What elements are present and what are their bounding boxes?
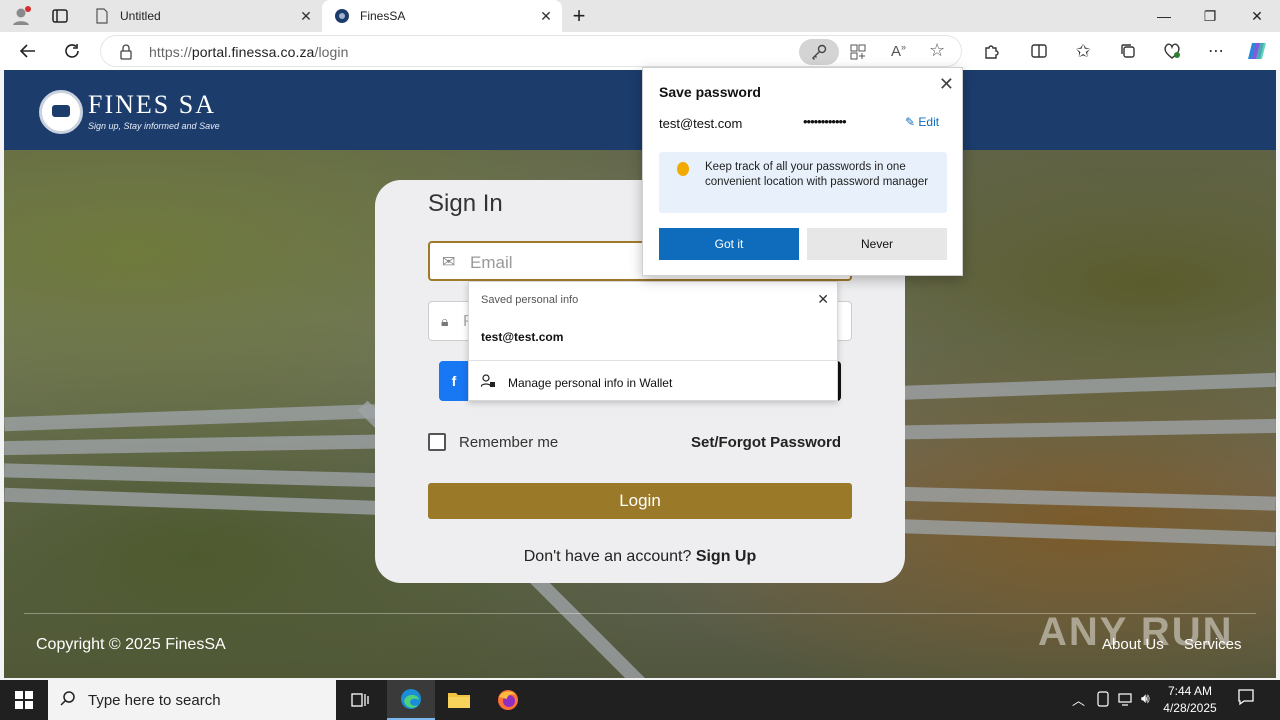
page-icon <box>96 8 108 24</box>
split-screen-icon[interactable] <box>1024 36 1054 66</box>
favorite-icon[interactable]: ☆ <box>929 40 945 61</box>
signup-prompt: Don't have an account? Sign Up <box>375 548 905 566</box>
app-available-icon[interactable] <box>849 43 867 61</box>
taskbar: Type here to search ︿ 🔊︎ 7:44 AM 4/28/20… <box>0 680 1280 720</box>
windows-start-icon[interactable] <box>0 680 48 720</box>
forgot-password-link[interactable]: Set/Forgot Password <box>691 434 841 451</box>
signup-link[interactable]: Sign Up <box>696 548 756 565</box>
tab-actions-icon[interactable] <box>50 6 70 26</box>
copilot-icon[interactable] <box>1242 36 1272 66</box>
site-header: FINES SA Sign up, Stay informed and Save <box>4 70 1276 150</box>
email-placeholder: Email <box>470 253 513 272</box>
mail-icon: ✉ <box>442 254 456 271</box>
site-logo[interactable] <box>39 90 83 134</box>
copyright-text: Copyright © 2025 FinesSA <box>36 636 226 653</box>
pencil-icon: ✎ <box>905 115 919 129</box>
password-manager-tip: Keep track of all your passwords in one … <box>659 152 947 213</box>
login-button[interactable]: Login <box>428 483 852 519</box>
search-icon <box>60 690 76 711</box>
performance-icon[interactable] <box>1157 36 1187 66</box>
saved-password-mask: •••••••••••• <box>803 114 847 129</box>
url-text[interactable]: https://portal.finessa.co.za/login <box>149 44 349 60</box>
save-password-dialog: Save password ✕ test@test.com ••••••••••… <box>642 67 963 276</box>
address-bar[interactable]: https://portal.finessa.co.za/login A» ☆ <box>100 35 962 67</box>
profile-icon[interactable] <box>10 5 32 27</box>
got-it-button[interactable]: Got it <box>659 228 799 260</box>
network-icon[interactable] <box>1118 691 1134 712</box>
back-icon[interactable] <box>13 36 43 66</box>
system-clock[interactable]: 7:44 AM 4/28/2025 <box>1150 683 1230 717</box>
tip-text: Keep track of all your passwords in one … <box>705 161 929 188</box>
lightbulb-icon <box>677 162 689 176</box>
edit-button[interactable]: ✎ Edit <box>905 115 939 129</box>
task-view-icon[interactable] <box>336 680 384 720</box>
file-explorer-icon[interactable] <box>435 680 483 720</box>
tab-title: Untitled <box>120 9 161 23</box>
remember-me-checkbox[interactable] <box>428 433 446 451</box>
tab-strip: Untitled ✕ FinesSA ✕ + — ❐ ✕ <box>0 0 1280 32</box>
divider <box>469 360 837 361</box>
refresh-icon[interactable] <box>57 36 87 66</box>
collections-icon[interactable] <box>1113 36 1143 66</box>
autofill-dropdown: Saved personal info ✕ test@test.com Mana… <box>468 281 838 401</box>
site-brand[interactable]: FINES SA <box>88 90 216 120</box>
search-placeholder: Type here to search <box>88 691 221 709</box>
site-favicon-icon <box>335 9 349 23</box>
tab-untitled[interactable]: Untitled ✕ <box>84 0 322 32</box>
lock-icon[interactable] <box>119 44 133 60</box>
more-icon[interactable]: ⋯ <box>1201 36 1231 66</box>
firefox-icon[interactable] <box>484 680 532 720</box>
tab-title: FinesSA <box>360 9 406 23</box>
edit-label: Edit <box>918 115 940 129</box>
extensions-icon[interactable] <box>976 36 1006 66</box>
key-icon[interactable] <box>799 39 839 65</box>
manage-wallet-link[interactable]: Manage personal info in Wallet <box>480 374 673 391</box>
person-key-icon <box>480 374 497 391</box>
new-tab-button[interactable]: + <box>566 3 592 29</box>
never-button[interactable]: Never <box>807 228 947 260</box>
facebook-login-button[interactable]: f <box>439 361 469 401</box>
notification-icon[interactable] <box>1234 688 1258 712</box>
edge-taskbar-icon[interactable] <box>387 680 435 720</box>
saved-username: test@test.com <box>659 116 743 131</box>
minimize-icon[interactable]: — <box>1141 0 1187 32</box>
close-tab-icon[interactable]: ✕ <box>538 8 554 24</box>
clock-date: 4/28/2025 <box>1163 701 1217 715</box>
autofill-suggestion[interactable]: test@test.com <box>481 330 563 344</box>
clock-time: 7:44 AM <box>1167 684 1213 698</box>
volume-icon[interactable]: 🔊︎ <box>1141 690 1150 707</box>
favorites-icon[interactable]: ✩ <box>1068 36 1098 66</box>
tab-finessa[interactable]: FinesSA ✕ <box>322 0 562 32</box>
close-icon[interactable]: ✕ <box>817 291 829 308</box>
manage-wallet-label: Manage personal info in Wallet <box>508 375 673 390</box>
remember-me[interactable]: Remember me <box>428 433 558 451</box>
taskbar-search[interactable]: Type here to search <box>48 680 336 720</box>
autofill-header: Saved personal info <box>481 294 579 306</box>
signin-title: Sign In <box>428 190 503 217</box>
close-icon[interactable]: ✕ <box>939 74 954 95</box>
footer-link-about[interactable]: About Us <box>1102 636 1164 653</box>
browser-toolbar: https://portal.finessa.co.za/login A» ☆ … <box>0 32 1280 70</box>
close-tab-icon[interactable]: ✕ <box>298 8 314 24</box>
footer-link-services[interactable]: Services <box>1184 636 1242 653</box>
signup-prompt-text: Don't have an account? <box>523 548 692 565</box>
lock-icon: 🔒︎ <box>441 313 449 329</box>
close-window-icon[interactable]: ✕ <box>1234 0 1280 32</box>
dialog-title: Save password <box>659 84 761 100</box>
remember-me-label: Remember me <box>459 433 559 451</box>
tray-chevron-icon[interactable]: ︿ <box>1072 690 1085 709</box>
restore-icon[interactable]: ❐ <box>1187 0 1233 32</box>
read-aloud-icon[interactable]: A» <box>891 42 906 60</box>
site-tagline: Sign up, Stay informed and Save <box>88 121 220 131</box>
tray-device-icon[interactable] <box>1096 691 1110 712</box>
